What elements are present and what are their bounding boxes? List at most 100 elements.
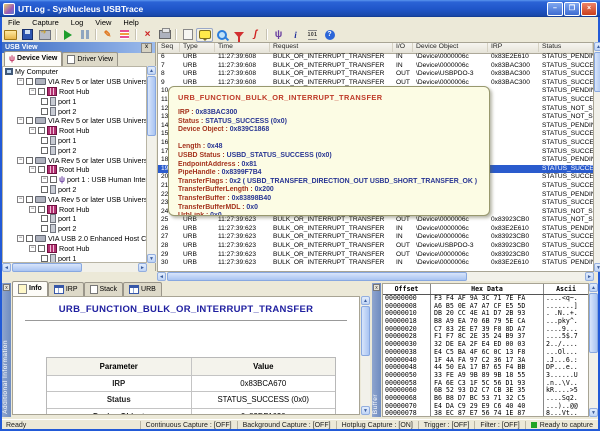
device-checkbox[interactable] (41, 225, 48, 232)
scroll-up-button[interactable]: ▲ (589, 283, 598, 292)
device-checkbox[interactable] (50, 176, 57, 183)
trace-row[interactable]: 29URB11:27:39:623BULK_OR_INTERRUPT_TRANS… (158, 251, 593, 260)
column-header-status[interactable]: Status (539, 43, 593, 52)
column-header-seq[interactable]: Seq (158, 43, 180, 52)
expand-toggle[interactable]: − (41, 176, 48, 183)
expand-toggle[interactable]: − (29, 206, 36, 213)
start-button[interactable] (59, 28, 76, 42)
column-header-deviceobject[interactable]: Device Object (413, 43, 488, 52)
scroll-thumb[interactable] (594, 52, 600, 92)
usb-view-close-icon[interactable]: x (141, 43, 152, 53)
tree-item[interactable]: port 1 (3, 96, 146, 106)
buffer-vertical-scrollbar[interactable]: ▲▼ (589, 283, 598, 417)
maximize-button[interactable]: ❐ (564, 2, 580, 16)
tree-item[interactable]: port 1 (3, 253, 146, 263)
export-button[interactable] (36, 28, 53, 42)
scroll-thumb[interactable] (361, 306, 370, 356)
tab-urb[interactable]: URB (123, 282, 162, 296)
usb-button[interactable]: ψ (270, 28, 287, 42)
help-button[interactable]: ? (321, 28, 338, 42)
edit-button[interactable]: ✎ (99, 28, 116, 42)
trace-row[interactable]: 26URB11:27:39:623BULK_OR_INTERRUPT_TRANS… (158, 225, 593, 234)
trace-row[interactable]: 7URB11:27:39:608BULK_OR_INTERRUPT_TRANSF… (158, 62, 593, 71)
expand-toggle[interactable]: − (17, 235, 24, 242)
device-checkbox[interactable] (38, 206, 45, 213)
tree-item[interactable]: port 2 (3, 185, 146, 195)
menu-log[interactable]: Log (65, 18, 90, 27)
print-button[interactable] (156, 28, 173, 42)
tree-item[interactable]: −Root Hub (3, 165, 146, 175)
tooltip-button[interactable] (196, 28, 213, 42)
minimize-button[interactable]: – (547, 2, 563, 16)
tree-item[interactable]: −Root Hub (3, 243, 146, 253)
expand-toggle[interactable]: − (29, 166, 36, 173)
tree-item[interactable]: My Computer (3, 67, 146, 77)
column-header-io[interactable]: I/O (393, 43, 413, 52)
menu-file[interactable]: File (2, 18, 26, 27)
trace-row[interactable]: 30URB11:27:39:623BULK_OR_INTERRUPT_TRANS… (158, 259, 593, 264)
menu-view[interactable]: View (89, 18, 117, 27)
scroll-thumb[interactable] (589, 293, 598, 353)
tree-item[interactable]: port 1 (3, 214, 146, 224)
tree-item[interactable]: −Root Hub (3, 87, 146, 97)
save-button[interactable] (19, 28, 36, 42)
tree-item[interactable]: −ψport 1 : USB Human Interface D (3, 175, 146, 185)
expand-toggle[interactable]: − (29, 88, 36, 95)
tab-device-view[interactable]: ψDevice View (4, 51, 62, 66)
menu-help[interactable]: Help (117, 18, 144, 27)
device-checkbox[interactable] (41, 137, 48, 144)
scroll-left-button[interactable]: ◄ (2, 263, 11, 272)
scroll-up-button[interactable]: ▲ (594, 42, 600, 51)
tree-horizontal-scrollbar[interactable]: ◄► (2, 263, 147, 272)
scroll-thumb[interactable] (147, 76, 156, 136)
device-checkbox[interactable] (41, 186, 48, 193)
device-checkbox[interactable] (26, 196, 33, 203)
scroll-left-button[interactable]: ◄ (157, 272, 166, 281)
scroll-thumb[interactable] (167, 272, 467, 281)
scroll-down-button[interactable]: ▼ (594, 263, 600, 272)
scroll-right-button[interactable]: ► (138, 263, 147, 272)
trigger-button[interactable]: ʃ (247, 28, 264, 42)
buffer-panel-close-icon[interactable]: x (373, 284, 380, 291)
expand-toggle[interactable]: − (17, 117, 24, 124)
device-checkbox[interactable] (38, 127, 45, 134)
close-button[interactable]: × (581, 2, 597, 16)
clear-button[interactable]: × (139, 28, 156, 42)
info-button[interactable]: i (287, 28, 304, 42)
tab-stack[interactable]: Stack (84, 282, 124, 296)
tree-item[interactable]: port 1 (3, 136, 146, 146)
menu-capture[interactable]: Capture (26, 18, 65, 27)
tree-item[interactable]: port 2 (3, 106, 146, 116)
filter-button[interactable] (230, 28, 247, 42)
trace-vertical-scrollbar[interactable]: ▲▼ (594, 42, 600, 272)
search-button[interactable] (213, 28, 230, 42)
tab-irp[interactable]: IRP (48, 282, 84, 296)
trace-row[interactable]: 27URB11:27:39:623BULK_OR_INTERRUPT_TRANS… (158, 233, 593, 242)
device-checkbox[interactable] (41, 215, 48, 222)
device-checkbox[interactable] (26, 117, 33, 124)
trace-horizontal-scrollbar[interactable]: ◄► (157, 272, 594, 281)
raw-button[interactable]: 101 (304, 28, 321, 42)
trace-row[interactable]: 6URB11:27:39:608BULK_OR_INTERRUPT_TRANSF… (158, 53, 593, 62)
scroll-right-button[interactable]: ► (585, 272, 594, 281)
pause-button[interactable] (76, 28, 93, 42)
trace-row[interactable]: 8URB11:27:39:608BULK_OR_INTERRUPT_TRANSF… (158, 70, 593, 79)
device-checkbox[interactable] (41, 147, 48, 154)
column-header-request[interactable]: Request (270, 43, 393, 52)
device-checkbox[interactable] (38, 166, 45, 173)
device-checkbox[interactable] (26, 235, 33, 242)
tab-info[interactable]: Info (12, 281, 48, 296)
note-button[interactable] (179, 28, 196, 42)
tree-item[interactable]: port 2 (3, 224, 146, 234)
tree-item[interactable]: −VIA Rev 5 or later USB Universal Host C (3, 194, 146, 204)
column-header-type[interactable]: Type (180, 43, 215, 52)
tree-item[interactable]: −Root Hub (3, 204, 146, 214)
device-checkbox[interactable] (38, 245, 45, 252)
scroll-up-button[interactable]: ▲ (147, 66, 156, 75)
loglines-button[interactable] (116, 28, 133, 42)
column-header-irp[interactable]: IRP (488, 43, 539, 52)
tree-item[interactable]: −VIA Rev 5 or later USB Universal Host C (3, 116, 146, 126)
tab-driver-view[interactable]: Driver View (62, 52, 118, 66)
tree-item[interactable]: −VIA Rev 5 or later USB Universal Host C (3, 77, 146, 87)
expand-toggle[interactable]: − (17, 78, 24, 85)
